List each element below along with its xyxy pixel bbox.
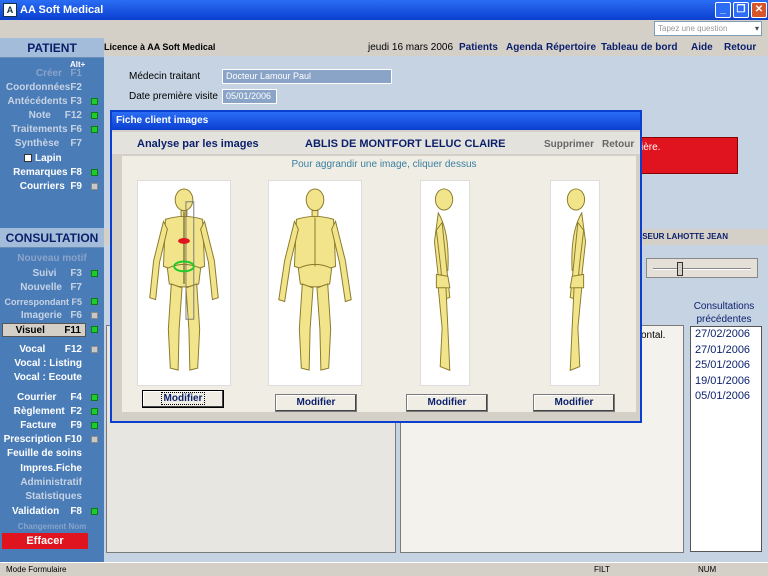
list-item[interactable]: 27/02/2006 xyxy=(691,327,761,343)
previous-consultations-list[interactable]: 27/02/2006 27/01/2006 25/01/2006 19/01/2… xyxy=(690,326,762,552)
skeleton-posterior-image[interactable] xyxy=(137,180,231,386)
sidebar-item-prescription[interactable]: Prescription F10 xyxy=(0,433,86,447)
title-bar: A AA Soft Medical _ ❐ ✕ xyxy=(0,0,768,20)
sidebar-item-traitements[interactable]: Traitements F6 xyxy=(0,123,86,137)
status-indicator xyxy=(91,183,98,190)
modifier-button-1[interactable]: Modifier xyxy=(142,390,224,408)
sidebar-item-changement-nom[interactable]: Changement Nom xyxy=(0,520,104,534)
status-mode: Mode Formulaire xyxy=(6,565,67,574)
skeleton-anterior-image[interactable] xyxy=(268,180,362,386)
licence-text: Licence à AA Soft Medical xyxy=(104,42,216,52)
sidebar-item-suivi[interactable]: Suivi F3 xyxy=(0,267,86,281)
help-search-input[interactable]: Tapez une question ▾ xyxy=(654,21,762,36)
skeleton-lateral-right-image[interactable] xyxy=(550,180,600,386)
app-icon: A xyxy=(3,3,17,17)
dropdown-arrow-icon[interactable]: ▾ xyxy=(755,22,759,35)
sidebar-item-visuel[interactable]: Visuel F11 xyxy=(2,323,86,337)
status-num: NUM xyxy=(698,565,717,574)
list-item[interactable]: 27/01/2006 xyxy=(691,343,761,358)
sidebar-item-facture[interactable]: Facture F9 xyxy=(0,419,86,433)
skeleton-side-icon xyxy=(433,188,454,372)
slider-thumb[interactable] xyxy=(677,262,683,276)
patient-name: ABLIS DE MONTFORT LELUC CLAIRE xyxy=(305,138,506,150)
status-indicator xyxy=(91,298,98,305)
enlarge-hint: Pour aggrandir une image, cliquer dessus xyxy=(291,159,477,170)
skeleton-front-icon xyxy=(278,188,352,371)
consultation-header: CONSULTATION xyxy=(0,228,104,248)
sidebar-item-synthese[interactable]: Synthèse F7 xyxy=(0,137,86,151)
sidebar-item-administratif[interactable]: Administratif xyxy=(0,476,86,490)
status-indicator xyxy=(91,436,98,443)
status-indicator xyxy=(91,98,98,105)
sidebar-item-correspondant[interactable]: Correspondant F5 xyxy=(0,295,86,309)
zoom-slider[interactable] xyxy=(646,258,758,278)
status-indicator xyxy=(91,326,98,333)
sidebar-item-impres-fiche[interactable]: Impres.Fiche xyxy=(0,462,86,476)
medecin-field[interactable]: Docteur Lamour Paul xyxy=(222,69,392,84)
status-indicator xyxy=(91,169,98,176)
nav-repertoire[interactable]: Répertoire xyxy=(546,42,596,53)
sidebar-item-feuille-de-soins[interactable]: Feuille de soins xyxy=(0,447,86,461)
modifier-button-4[interactable]: Modifier xyxy=(533,394,615,412)
notes-text: ontal. xyxy=(641,330,666,341)
list-item[interactable]: 25/01/2006 xyxy=(691,358,761,374)
sidebar-item-nouvelle[interactable]: Nouvelle F7 xyxy=(0,281,86,295)
nav-aide[interactable]: Aide xyxy=(691,42,713,53)
status-indicator xyxy=(91,422,98,429)
status-indicator xyxy=(91,270,98,277)
sidebar-item-reglement[interactable]: Règlement F2 xyxy=(0,405,86,419)
medecin-label: Médecin traitant xyxy=(129,71,201,82)
sidebar-item-note[interactable]: Note F12 xyxy=(0,109,86,123)
sidebar-item-courrier[interactable]: Courrier F4 xyxy=(0,391,86,405)
sidebar-item-antecedents[interactable]: Antécédents F3 xyxy=(0,95,86,109)
premiere-visite-field[interactable]: 05/01/2006 xyxy=(222,89,277,104)
modifier-button-3[interactable]: Modifier xyxy=(406,394,488,412)
dialog-title: Fiche client images xyxy=(112,112,640,130)
nav-retour[interactable]: Retour xyxy=(724,42,756,53)
status-indicator xyxy=(91,126,98,133)
sidebar-item-courriers[interactable]: Courriers F9 xyxy=(0,180,86,194)
analyse-link[interactable]: Analyse par les images xyxy=(137,138,259,150)
status-indicator xyxy=(91,394,98,401)
sidebar-item-vocal-ecoute[interactable]: Vocal : Ecoute xyxy=(0,371,86,385)
sidebar-item-coordonnees[interactable]: CoordonnéesF2 xyxy=(0,81,86,95)
sidebar-item-imagerie[interactable]: Imagerie F6 xyxy=(0,309,86,323)
nav-patients[interactable]: Patients xyxy=(459,42,498,53)
supprimer-button[interactable]: Supprimer xyxy=(544,139,594,150)
list-item[interactable]: 05/01/2006 xyxy=(691,389,761,405)
window-title: AA Soft Medical xyxy=(20,4,104,16)
list-item[interactable]: 19/01/2006 xyxy=(691,374,761,389)
skeleton-side-icon xyxy=(566,188,587,372)
skeleton-lateral-left-image[interactable] xyxy=(420,180,470,386)
menu-bar xyxy=(0,20,768,38)
sidebar-item-vocal-listing[interactable]: Vocal : Listing xyxy=(0,357,86,371)
close-button[interactable]: ✕ xyxy=(751,2,767,18)
sidebar-item-nouveau-motif[interactable]: Nouveau motif xyxy=(0,252,104,266)
sidebar-item-validation[interactable]: Validation F8 xyxy=(0,505,86,519)
sidebar-item-vocal[interactable]: Vocal F12 xyxy=(0,343,86,357)
retour-button[interactable]: Retour xyxy=(602,139,634,150)
effacer-button[interactable]: Effacer xyxy=(2,533,88,549)
sidebar-item-creer[interactable]: Créer F1 xyxy=(0,67,86,81)
doctor-name: SEUR LAHOTTE JEAN xyxy=(642,232,728,241)
slider-track xyxy=(653,268,751,270)
status-indicator xyxy=(91,508,98,515)
sidebar-item-statistiques[interactable]: Statistiques xyxy=(0,490,86,504)
status-filt: FILT xyxy=(594,565,610,574)
status-indicator xyxy=(91,312,98,319)
current-date: jeudi 16 mars 2006 xyxy=(368,42,454,53)
status-indicator xyxy=(91,408,98,415)
restore-button[interactable]: ❐ xyxy=(733,2,749,18)
minimize-button[interactable]: _ xyxy=(715,2,731,18)
status-indicator xyxy=(91,112,98,119)
premiere-visite-label: Date première visite xyxy=(129,91,218,102)
modifier-button-2[interactable]: Modifier xyxy=(275,394,357,412)
patient-header: PATIENT xyxy=(0,38,104,58)
nav-agenda[interactable]: Agenda xyxy=(506,42,543,53)
previous-consultations-title: Consultations précédentes xyxy=(693,301,755,325)
skeleton-back-icon xyxy=(149,188,219,371)
status-bar: Mode Formulaire FILT NUM xyxy=(0,562,768,576)
nav-tableau-de-bord[interactable]: Tableau de bord xyxy=(601,42,678,53)
status-indicator xyxy=(91,346,98,353)
